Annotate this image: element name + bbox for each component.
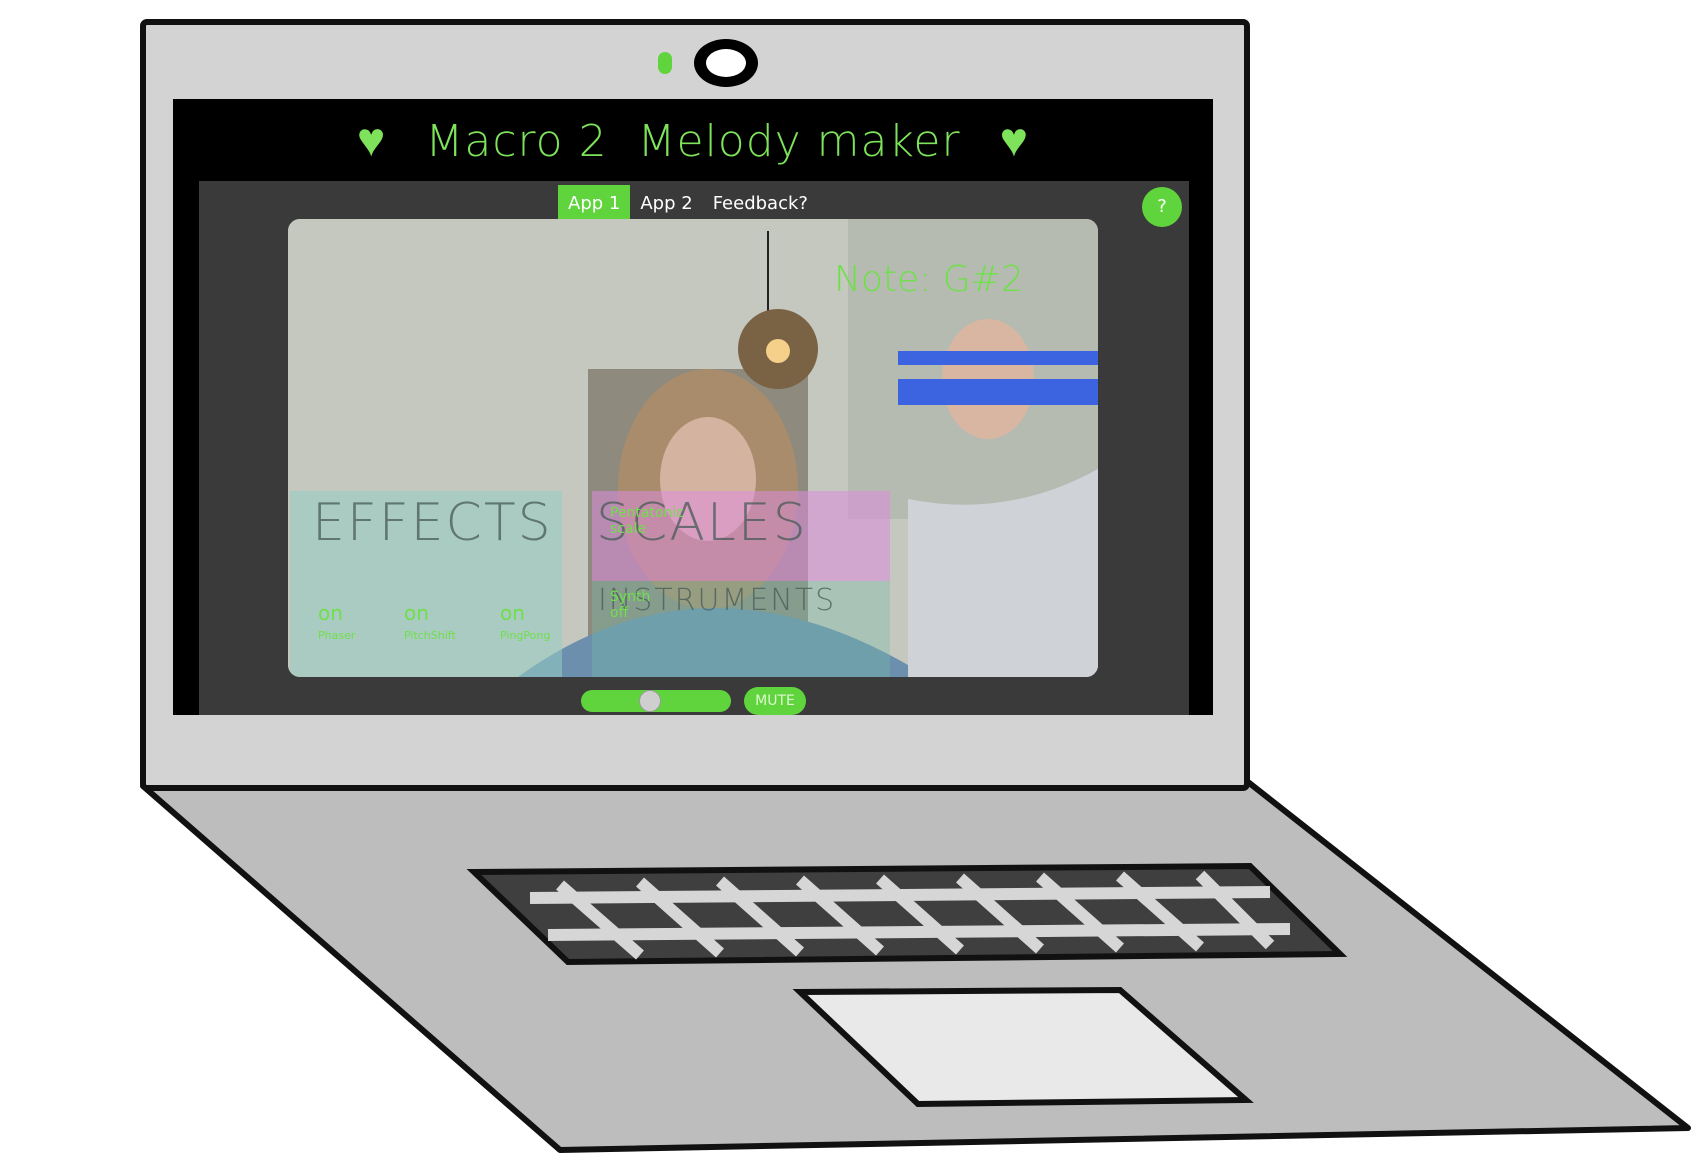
tab-app-1[interactable]: App 1 [558, 185, 631, 223]
phaser-label: Phaser [318, 629, 356, 642]
webcam-lens [706, 49, 746, 77]
pitch-bar [898, 391, 1098, 405]
scales-zone[interactable]: SCALES Pentatonic scale [592, 491, 890, 581]
instruments-zone[interactable]: INSTRUMENTS Synth off [592, 581, 890, 677]
heart-icon: ♥ [356, 112, 387, 168]
instrument-caption: Synth off [610, 589, 651, 621]
pingpong-toggle[interactable]: on [500, 601, 525, 625]
effects-title: EFFECTS [312, 493, 553, 553]
heart-icon: ♥ [999, 112, 1030, 168]
note-readout: Note: G#2 [834, 259, 1024, 300]
phaser-toggle[interactable]: on [318, 601, 343, 625]
pitchshift-toggle[interactable]: on [404, 601, 429, 625]
tab-app-2[interactable]: App 2 [630, 185, 702, 223]
volume-slider[interactable] [581, 690, 731, 712]
pingpong-label: PingPong [500, 629, 551, 642]
tab-feedback[interactable]: Feedback? [703, 185, 818, 223]
mute-button[interactable]: MUTE [744, 687, 806, 715]
webcam-video: Note: G#2 EFFECTS on Phaser on PitchShif… [288, 219, 1098, 677]
effects-zone[interactable]: EFFECTS on Phaser on PitchShift on PingP… [290, 491, 562, 677]
app-title-text: Macro 2 Melody maker [425, 116, 961, 167]
scale-caption: Pentatonic scale [610, 505, 685, 537]
camera-led [658, 52, 672, 74]
volume-slider-handle[interactable] [638, 690, 661, 712]
tab-bar: App 1 App 2 Feedback? [558, 185, 818, 223]
pitch-bar [898, 351, 1098, 365]
laptop-screen: ♥ Macro 2 Melody maker ♥ App 1 App 2 Fee… [173, 99, 1213, 715]
app-panel: App 1 App 2 Feedback? ? Note: G#2 EFFECT… [199, 181, 1189, 715]
app-title: ♥ Macro 2 Melody maker ♥ [173, 99, 1213, 181]
pitchshift-label: PitchShift [404, 629, 456, 642]
help-button[interactable]: ? [1142, 187, 1182, 227]
